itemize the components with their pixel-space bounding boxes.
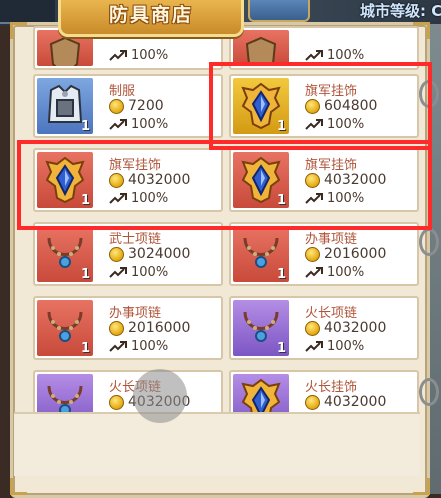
shop-item-card[interactable]: 1 制服 7200 100% <box>33 74 223 138</box>
item-icon-box: 1 <box>233 226 289 282</box>
item-name: 火长项链 <box>305 306 358 321</box>
item-icon-box: 1 <box>37 226 93 282</box>
city-level-label: 城市等级: C <box>360 2 441 20</box>
item-price: 2016000 <box>324 246 387 262</box>
item-icon-box: 1 <box>37 78 93 134</box>
panel-corner <box>10 478 27 495</box>
coin-icon <box>305 247 320 262</box>
coin-icon <box>109 99 124 114</box>
item-name: 办事项链 <box>305 232 358 247</box>
top-left-button[interactable] <box>0 0 55 24</box>
coin-icon <box>109 247 124 262</box>
item-price-percent: 100% <box>327 265 365 280</box>
scroll-knob[interactable] <box>133 369 187 423</box>
item-price: 4032000 <box>324 394 387 410</box>
coin-icon <box>109 395 124 410</box>
top-menu-button[interactable] <box>248 0 310 22</box>
highlight-box <box>209 62 432 150</box>
item-price: 3024000 <box>128 246 191 262</box>
shop-item-card[interactable]: 1 办事项链 2016000 100% <box>33 296 223 360</box>
item-quantity: 1 <box>80 267 90 282</box>
item-price-percent: 100% <box>131 48 169 63</box>
item-icon-box: 1 <box>37 300 93 356</box>
item-icon-box <box>233 30 289 66</box>
coin-icon <box>305 321 320 336</box>
item-name: 火长挂饰 <box>305 380 358 395</box>
item-price-percent: 100% <box>327 48 365 63</box>
panel-ring-decoration <box>419 378 439 406</box>
shop-item-card[interactable]: 1 火长项链 4032000 100% <box>229 296 419 360</box>
coin-icon <box>305 395 320 410</box>
item-quantity: 1 <box>80 341 90 356</box>
shop-title-plaque: 防具商店 <box>58 0 244 37</box>
page-title: 防具商店 <box>108 4 193 26</box>
highlight-box <box>17 140 432 230</box>
item-price-percent: 100% <box>131 265 169 280</box>
item-icon-box: 1 <box>233 300 289 356</box>
item-name: 制服 <box>109 84 136 99</box>
panel-ring-decoration <box>419 228 439 256</box>
coin-icon <box>109 321 124 336</box>
item-quantity: 1 <box>276 341 286 356</box>
shop-footer <box>14 412 420 476</box>
item-price: 4032000 <box>324 320 387 336</box>
item-price-percent: 100% <box>131 117 169 132</box>
item-price: 2016000 <box>128 320 191 336</box>
item-quantity: 1 <box>80 119 90 134</box>
panel-corner <box>413 478 430 495</box>
item-name: 办事项链 <box>109 306 162 321</box>
item-price-percent: 100% <box>131 339 169 354</box>
item-price: 7200 <box>128 98 164 114</box>
item-price-percent: 100% <box>327 339 365 354</box>
shop-item-card[interactable]: 1 武士项链 3024000 100% <box>33 222 223 286</box>
shop-item-card[interactable]: 1 办事项链 2016000 100% <box>229 222 419 286</box>
panel-corner <box>10 22 27 39</box>
item-name: 武士项链 <box>109 232 162 247</box>
item-quantity: 1 <box>276 267 286 282</box>
